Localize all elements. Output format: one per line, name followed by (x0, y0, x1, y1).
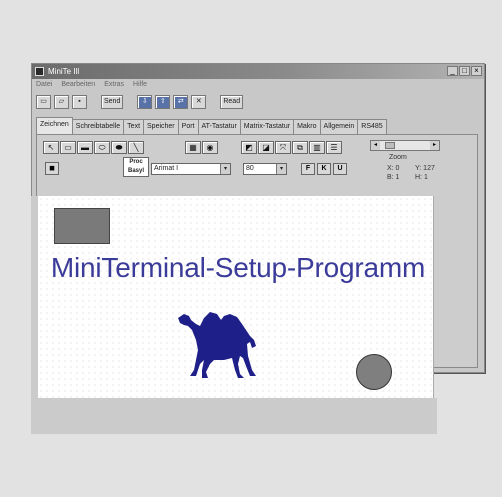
transfer-icon[interactable]: ⇄ (173, 94, 189, 109)
drawing-canvas[interactable]: MiniTerminal-Setup-Programm (38, 196, 434, 398)
align-icon[interactable]: ☰ (326, 141, 342, 154)
rectangle-icon[interactable]: ▭ (60, 141, 76, 154)
scroll-right-icon[interactable]: ▸ (430, 141, 439, 150)
font-preview-text: Proc Basyl (127, 159, 144, 174)
filled-ellipse-icon[interactable]: ⬬ (111, 141, 127, 154)
canvas-left-border (31, 196, 38, 398)
open-file-button[interactable]: ▱ (54, 94, 69, 109)
close-button[interactable]: × (471, 66, 482, 76)
app-icon (35, 67, 44, 76)
send-button[interactable]: Send (101, 94, 124, 109)
tab-speicher[interactable]: Speicher (143, 119, 179, 134)
menu-bearbeiten[interactable]: Bearbeiten (61, 79, 95, 91)
window-title: MiniTe Ill (48, 67, 80, 76)
gray-circle-shape[interactable] (356, 354, 392, 390)
maximize-button[interactable]: □ (459, 66, 470, 76)
image-tools: ▦ ◉ (185, 141, 218, 154)
upload-icon[interactable]: ⇧ (155, 94, 171, 109)
arrange-tools: ◩ ◪ ⤧ ⧉ ▥ ☰ (241, 141, 342, 154)
menu-hilfe[interactable]: Hilfe (133, 79, 147, 91)
zoom-thumb[interactable] (385, 142, 395, 149)
menu-bar: Datei Bearbeiten Extras Hilfe (32, 79, 484, 91)
fill-color-icon[interactable]: ◼ (45, 162, 59, 175)
ellipse-icon[interactable]: ⬭ (94, 141, 110, 154)
image-icon[interactable]: ▦ (185, 141, 201, 154)
font-preview: Proc Basyl (123, 157, 149, 177)
tab-makro[interactable]: Makro (293, 119, 321, 134)
underline-button[interactable]: U (333, 163, 347, 175)
gray-rectangle-shape[interactable] (54, 208, 110, 244)
minimize-button[interactable]: _ (447, 66, 458, 76)
tab-zeichnen[interactable]: Zeichnen (36, 117, 73, 134)
color-button[interactable]: ◼ (45, 162, 59, 175)
coord-h: H: 1 (415, 174, 428, 181)
send-back-icon[interactable]: ◪ (258, 141, 274, 154)
grid-icon[interactable]: ▥ (309, 141, 325, 154)
delete-icon[interactable]: ✕ (191, 94, 207, 109)
tab-port[interactable]: Port (177, 119, 199, 134)
canvas-bottom-border (31, 398, 437, 434)
font-select[interactable]: Arimat I ▾ (151, 163, 231, 175)
coord-y: Y: 127 (415, 165, 435, 172)
tab-strip: Zeichnen Schreibtabelle Text Speicher Po… (36, 117, 387, 134)
picture-icon[interactable]: ◉ (202, 141, 218, 154)
read-button[interactable]: Read (220, 94, 244, 109)
camel-icon[interactable] (174, 308, 264, 382)
italic-button[interactable]: K (317, 163, 331, 175)
size-select-value: 80 (246, 165, 254, 172)
chevron-down-icon: ▾ (220, 164, 230, 174)
format-buttons: F K U (301, 163, 347, 175)
pointer-icon[interactable]: ↖ (43, 141, 59, 154)
coord-b: B: 1 (387, 174, 400, 181)
download-icon[interactable]: ⇩ (137, 94, 153, 109)
zoom-scrollbar[interactable]: ◂ ▸ (370, 140, 440, 151)
menu-extras[interactable]: Extras (104, 79, 124, 91)
new-file-button[interactable]: ▭ (36, 94, 51, 109)
menu-datei[interactable]: Datei (36, 79, 52, 91)
window-controls: _ □ × (447, 66, 482, 76)
font-select-value: Arimat I (154, 165, 179, 172)
title-bar: MiniTe Ill _ □ × (32, 64, 484, 79)
bring-front-icon[interactable]: ◩ (241, 141, 257, 154)
chevron-down-icon: ▾ (276, 164, 286, 174)
coord-x: X: 0 (387, 165, 400, 172)
canvas-title-text[interactable]: MiniTerminal-Setup-Programm (46, 252, 430, 284)
bold-button[interactable]: F (301, 163, 315, 175)
zoom-label: Zoom (389, 154, 407, 161)
tab-at-tastatur[interactable]: AT-Tastatur (197, 119, 241, 134)
copy-icon[interactable]: ⧉ (292, 141, 308, 154)
main-toolbar: ▭ ▱ ▪ Send ⇩ ⇧ ⇄ ✕ Read (36, 93, 244, 110)
scroll-left-icon[interactable]: ◂ (371, 141, 380, 150)
line-icon[interactable]: ╲ (128, 141, 144, 154)
filled-rectangle-icon[interactable]: ▬ (77, 141, 93, 154)
tab-allgemein[interactable]: Allgemein (319, 119, 359, 134)
save-file-button[interactable]: ▪ (72, 94, 87, 109)
resize-icon[interactable]: ⤧ (275, 141, 291, 154)
size-select[interactable]: 80 ▾ (243, 163, 287, 175)
tab-schreibtabelle[interactable]: Schreibtabelle (71, 119, 125, 134)
tab-rs485[interactable]: RS485 (357, 119, 387, 134)
tab-text[interactable]: Text (123, 119, 145, 134)
drawing-tools: ↖ ▭ ▬ ⬭ ⬬ ╲ (43, 141, 144, 154)
tab-matrix-tastatur[interactable]: Matrix-Tastatur (239, 119, 295, 134)
